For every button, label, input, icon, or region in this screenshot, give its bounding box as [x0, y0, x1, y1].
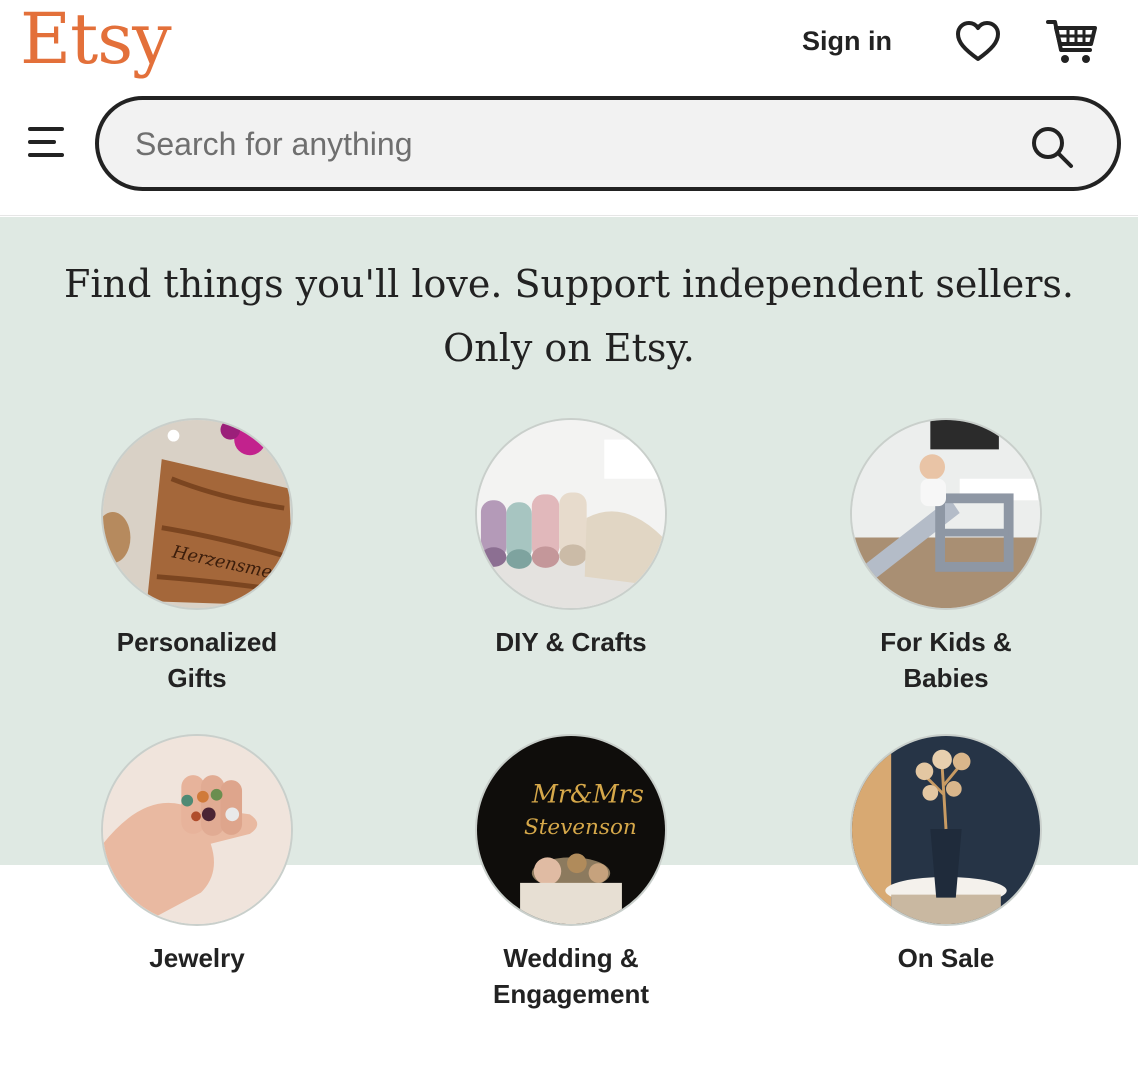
- search-input[interactable]: [135, 120, 995, 168]
- hero-tagline: Find things you'll love. Support indepen…: [64, 262, 1074, 370]
- category-on-sale[interactable]: On Sale: [816, 734, 1076, 976]
- category-image-kids-babies: [850, 418, 1042, 610]
- etsy-logo[interactable]: Etsy: [20, 0, 172, 80]
- vase-image: [852, 736, 1040, 924]
- category-label: On Sale: [897, 943, 995, 973]
- heart-icon[interactable]: [954, 18, 1002, 66]
- search-bar: [95, 96, 1121, 191]
- menu-icon[interactable]: [26, 124, 66, 160]
- sign-in-link[interactable]: Sign in: [802, 26, 892, 57]
- svg-text:Mr&Mrs: Mr&Mrs: [531, 780, 644, 810]
- category-kids-babies[interactable]: For Kids & Babies: [816, 418, 1076, 696]
- wedding-cake-image: Mr&Mrs Stevenson: [477, 736, 665, 924]
- category-personalized-gifts[interactable]: Herzensmens Personalized Gifts: [67, 418, 327, 696]
- fabric-rolls-image: [477, 420, 665, 608]
- rings-hand-image: [103, 736, 291, 924]
- etsy-home-page: Etsy Sign in Find: [0, 0, 1138, 1074]
- category-diy-crafts[interactable]: DIY & Crafts: [441, 418, 701, 660]
- site-header: Etsy Sign in: [0, 0, 1138, 216]
- category-jewelry[interactable]: Jewelry: [67, 734, 327, 976]
- category-image-diy-crafts: [475, 418, 667, 610]
- category-label: Jewelry: [149, 943, 245, 973]
- category-label: Personalized Gifts: [116, 627, 278, 693]
- category-image-personalized-gifts: Herzensmens: [101, 418, 293, 610]
- category-label: DIY & Crafts: [495, 627, 647, 657]
- svg-text:Stevenson: Stevenson: [524, 815, 637, 840]
- search-icon[interactable]: [1029, 124, 1077, 172]
- cart-icon[interactable]: [1046, 16, 1098, 66]
- category-image-jewelry: [101, 734, 293, 926]
- category-wedding-engagement[interactable]: Mr&Mrs Stevenson Wedding & Engagement: [441, 734, 701, 1012]
- kids-climber-image: [852, 420, 1040, 608]
- category-label: Wedding & Engagement: [492, 943, 650, 1009]
- category-image-wedding-engagement: Mr&Mrs Stevenson: [475, 734, 667, 926]
- category-image-on-sale: [850, 734, 1042, 926]
- cutting-board-image: Herzensmens: [103, 420, 291, 608]
- category-label: For Kids & Babies: [880, 627, 1012, 693]
